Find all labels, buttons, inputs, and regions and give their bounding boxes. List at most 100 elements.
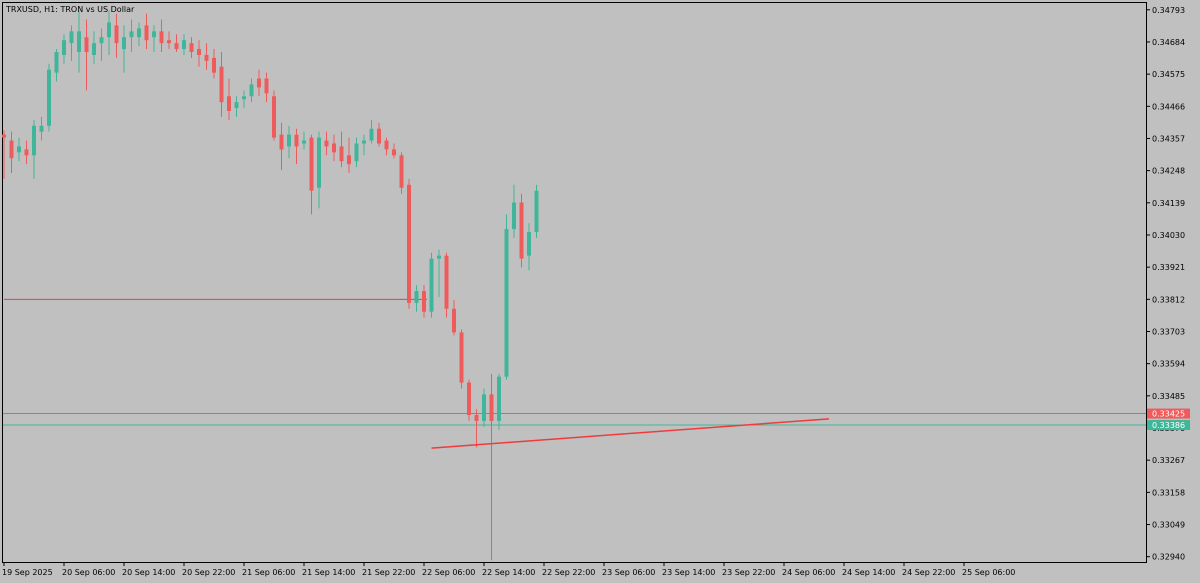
- candle: [47, 63, 51, 132]
- chart-background: [0, 0, 1200, 583]
- candle-body: [287, 134, 291, 147]
- candle-body: [264, 78, 269, 94]
- y-tick-label: 0.34793: [1152, 6, 1185, 15]
- ask-price-tag-text: 0.33386: [1152, 421, 1185, 430]
- candle-body: [9, 140, 14, 159]
- candle-body: [144, 25, 149, 41]
- candle-body: [257, 78, 261, 88]
- candle-body: [437, 255, 441, 259]
- candle-body: [2, 134, 6, 138]
- candle-body: [519, 202, 524, 259]
- candle-body: [32, 125, 36, 156]
- candle-body: [197, 49, 201, 55]
- candle-body: [24, 149, 29, 156]
- candle-body: [399, 155, 404, 188]
- candle-body: [332, 143, 336, 153]
- x-tick-label: 20 Sep 14:00: [122, 568, 175, 577]
- candle-body: [512, 202, 516, 230]
- x-tick-label: 22 Sep 06:00: [422, 568, 475, 577]
- y-tick-label: 0.33267: [1152, 456, 1185, 465]
- x-tick-label: 21 Sep 14:00: [302, 568, 355, 577]
- x-tick-label: 24 Sep 14:00: [842, 568, 895, 577]
- candle-body: [407, 184, 411, 303]
- candlestick-chart[interactable]: 0.34793 0.34684 0.34575 0.34466 0.34357 0.342…: [0, 0, 1200, 583]
- candle: [272, 90, 276, 141]
- candle-body: [429, 258, 434, 312]
- candle: [534, 184, 539, 238]
- candle-body: [482, 394, 486, 421]
- x-tick-label: 24 Sep 22:00: [902, 568, 955, 577]
- ask-price-tag: 0.33386: [1147, 420, 1190, 431]
- candle-body: [174, 43, 179, 50]
- candle-body: [497, 376, 501, 421]
- y-tick-label: 0.33812: [1152, 295, 1185, 304]
- x-tick-label: 20 Sep 06:00: [62, 568, 115, 577]
- x-tick-label: 19 Sep 2025: [2, 568, 53, 577]
- candle-body: [369, 128, 374, 141]
- candle: [407, 178, 411, 309]
- candle-body: [114, 25, 119, 44]
- y-tick-label: 0.33049: [1152, 521, 1185, 530]
- candle-body: [467, 382, 471, 416]
- x-tick-label: 22 Sep 22:00: [542, 568, 595, 577]
- y-tick-label: 0.34466: [1152, 102, 1185, 111]
- candle-body: [444, 255, 449, 309]
- candle-body: [459, 332, 464, 383]
- candle: [504, 214, 509, 380]
- candle-body: [377, 128, 381, 144]
- candle-body: [54, 51, 59, 73]
- candle-body: [212, 57, 216, 73]
- x-tick-label: 21 Sep 22:00: [362, 568, 415, 577]
- candle-body: [62, 40, 66, 55]
- candle-body: [242, 96, 246, 100]
- y-tick-label: 0.33158: [1152, 488, 1185, 497]
- candle-body: [99, 37, 104, 44]
- candle-body: [92, 43, 96, 55]
- candle-body: [17, 146, 21, 153]
- candle-body: [129, 31, 134, 38]
- candle-body: [354, 143, 359, 162]
- chart-symbol-title: TRXUSD, H1: TRON vs US Dollar: [5, 5, 135, 14]
- candle-body: [489, 394, 494, 421]
- y-tick-label: 0.34357: [1152, 134, 1185, 143]
- candle-body: [107, 22, 111, 38]
- candle-body: [227, 96, 231, 112]
- candle-body: [317, 137, 321, 188]
- y-tick-label: 0.34575: [1152, 70, 1185, 79]
- candle: [444, 252, 449, 318]
- candle-body: [137, 28, 141, 38]
- x-tick-label: 24 Sep 06:00: [782, 568, 835, 577]
- candle-body: [347, 155, 351, 165]
- candle-body: [122, 37, 126, 50]
- candle-body: [339, 146, 344, 162]
- y-tick-label: 0.34030: [1152, 231, 1185, 240]
- candle-body: [39, 125, 44, 132]
- candle-body: [302, 140, 306, 144]
- bid-price-tag: 0.33425: [1147, 408, 1190, 419]
- x-tick-label: 22 Sep 14:00: [482, 568, 535, 577]
- candle-body: [414, 291, 419, 303]
- candle-body: [384, 140, 389, 150]
- y-tick-label: 0.34139: [1152, 199, 1185, 208]
- candle: [429, 252, 434, 318]
- candle-body: [204, 54, 209, 61]
- candle: [459, 329, 464, 389]
- candle-body: [234, 102, 239, 109]
- candle: [399, 152, 404, 194]
- candle-body: [474, 415, 479, 421]
- candle-body: [279, 134, 284, 150]
- y-tick-label: 0.33921: [1152, 263, 1185, 272]
- candle-body: [294, 134, 299, 147]
- y-tick-label: 0.33594: [1152, 360, 1185, 369]
- candle-body: [167, 40, 171, 44]
- candle-body: [69, 31, 74, 44]
- candle-body: [527, 232, 531, 256]
- x-tick-label: 23 Sep 06:00: [602, 568, 655, 577]
- y-tick-label: 0.32940: [1152, 553, 1185, 562]
- candle-body: [309, 137, 314, 191]
- x-tick-label: 23 Sep 22:00: [722, 568, 775, 577]
- y-tick-label: 0.34684: [1152, 38, 1185, 47]
- candle-body: [272, 96, 276, 138]
- candle-body: [152, 31, 156, 38]
- x-tick-label: 20 Sep 22:00: [182, 568, 235, 577]
